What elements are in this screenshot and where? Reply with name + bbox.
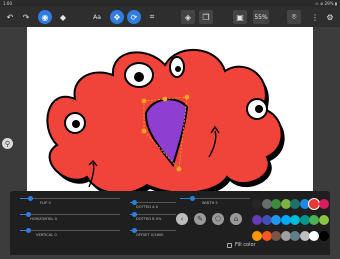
move-tool-icon[interactable]: ✥ <box>110 10 124 24</box>
crop-tool-icon[interactable]: ⌗ <box>145 10 159 24</box>
color-swatch[interactable] <box>261 199 272 209</box>
color-swatch[interactable] <box>252 231 262 241</box>
settings-icon[interactable]: ⚙ <box>323 10 337 24</box>
flip-label: FLIP 0 <box>40 201 51 205</box>
color-swatch[interactable] <box>271 215 281 225</box>
top-toolbar: ↶ ↷ ◉ ◆ Aa ✥ ⟳ ⌗ ◈ ❐ ▣ 55% ⌾ ⋮ ⚙ <box>0 7 340 27</box>
rotate-tool-icon[interactable]: ⟳ <box>127 10 141 24</box>
dotted-a-slider[interactable]: DOTTED A 0 <box>130 199 176 209</box>
color-swatch[interactable] <box>280 231 291 241</box>
layers-icon[interactable]: ◈ <box>181 10 195 24</box>
status-bar: 1:00 ⚠ ⊛ 29% ▮ <box>0 0 340 7</box>
brush-settings-panel: FLIP 0 HORIZONTAL 0 VERTICAL 0 DOTTED A … <box>10 191 330 255</box>
color-swatch[interactable] <box>318 199 329 209</box>
width-label: WIDTH 5 <box>202 201 218 205</box>
fill-color-label: Fill color <box>235 242 256 248</box>
dotted-b-label: DOTTED B 0% <box>136 217 162 221</box>
more-menu-icon[interactable]: ⋮ <box>308 10 322 24</box>
color-swatch[interactable] <box>261 215 272 225</box>
color-swatch[interactable] <box>252 199 262 209</box>
stamp-icon[interactable]: ⌂ <box>230 213 242 225</box>
color-swatch[interactable] <box>271 231 281 241</box>
color-swatch[interactable] <box>299 215 310 225</box>
offset-slider[interactable]: OFFSET 0/1600 <box>130 227 176 237</box>
fill-color-checkbox[interactable] <box>227 243 232 248</box>
flip-slider[interactable]: FLIP 0 <box>20 195 120 205</box>
horizontal-slider[interactable]: HORIZONTAL 0 <box>20 211 120 221</box>
horizontal-label: HORIZONTAL 0 <box>30 217 57 221</box>
dotted-b-slider[interactable]: DOTTED B 0% <box>130 211 176 221</box>
color-swatch[interactable] <box>318 215 329 225</box>
shape-icon[interactable]: ⬠ <box>212 213 224 225</box>
color-swatch[interactable] <box>309 215 319 225</box>
brush-style-icon[interactable]: ✎ <box>194 213 206 225</box>
vertical-label: VERTICAL 0 <box>36 233 57 237</box>
copy-icon[interactable]: ❐ <box>199 10 213 24</box>
color-swatch[interactable] <box>299 231 310 241</box>
prev-button[interactable]: ‹ <box>176 213 188 225</box>
redo-icon[interactable]: ↷ <box>19 10 33 24</box>
status-time: 1:00 <box>3 1 12 6</box>
undo-icon[interactable]: ↶ <box>3 10 17 24</box>
offset-label: OFFSET 0/1600 <box>136 233 164 237</box>
color-swatch[interactable] <box>290 199 300 209</box>
color-swatch[interactable] <box>280 215 291 225</box>
color-swatch[interactable] <box>252 215 262 225</box>
zoom-level[interactable]: 55% <box>253 10 269 24</box>
color-swatch[interactable] <box>309 199 319 209</box>
color-swatch[interactable] <box>309 231 319 241</box>
brush-tool-icon[interactable]: ◉ <box>38 10 52 24</box>
text-tool-icon[interactable]: Aa <box>90 10 104 24</box>
vertical-slider[interactable]: VERTICAL 0 <box>20 227 120 237</box>
color-swatch[interactable] <box>261 231 272 241</box>
dotted-a-label: DOTTED A 0 <box>136 205 158 209</box>
color-swatch[interactable] <box>271 199 281 209</box>
effects-icon[interactable]: ⌾ <box>287 10 301 24</box>
color-swatch[interactable] <box>290 231 300 241</box>
color-swatch[interactable] <box>299 199 310 209</box>
color-swatch[interactable] <box>280 199 291 209</box>
color-swatch[interactable] <box>290 215 300 225</box>
eraser-tool-icon[interactable]: ◆ <box>56 10 70 24</box>
color-swatch[interactable] <box>318 231 329 241</box>
zoom-button[interactable]: ⚲ <box>2 138 13 149</box>
status-icons: ⚠ ⊛ 29% ▮ <box>315 1 337 6</box>
image-icon[interactable]: ▣ <box>233 10 247 24</box>
width-slider[interactable]: WIDTH 5 <box>180 195 250 205</box>
